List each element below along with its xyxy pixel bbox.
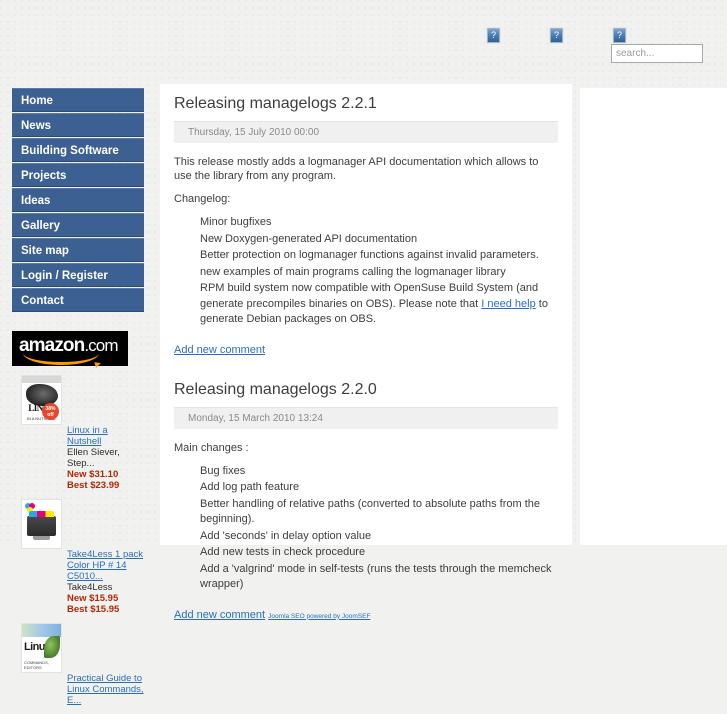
broken-image-icon-3[interactable]	[613, 28, 626, 43]
product-thumbnail-linux-nutshell: LINUX IN A NUTSHELL 38% off	[21, 375, 62, 425]
article-list-label: Changelog:	[174, 193, 231, 205]
amazon-product-item[interactable]: Take4Less 1 pack Color HP # 14 C5010... …	[12, 499, 144, 615]
sidebar-item-projects[interactable]: Projects	[12, 163, 144, 187]
add-new-comment-link[interactable]: Add new comment	[174, 609, 265, 621]
product-info: Take4Less 1 pack Color HP # 14 C5010... …	[67, 549, 144, 615]
sidebar-item-login-register[interactable]: Login / Register	[12, 263, 144, 287]
changes-list: Bug fixes Add log path feature Better ha…	[174, 464, 558, 593]
add-new-comment-link[interactable]: Add new comment	[174, 344, 265, 356]
list-item: Minor bugfixes	[200, 216, 272, 228]
sidebar-item-ideas[interactable]: Ideas	[12, 188, 144, 212]
page-root: Home News Building Software Projects Ide…	[0, 0, 727, 706]
sidebar-item-news[interactable]: News	[12, 113, 144, 137]
sidebar-item-building-software[interactable]: Building Software	[12, 138, 144, 162]
broken-image-icon-2[interactable]	[550, 28, 563, 43]
product-title-link[interactable]: Practical Guide to Linux Commands, E...	[67, 673, 144, 706]
cover-band	[22, 376, 61, 383]
product-info: Linux in a Nutshell Ellen Siever, Step..…	[67, 425, 144, 491]
joomsef-credit-link[interactable]: Joomla SEO powered by JoomSEF	[268, 613, 370, 620]
product-thumbnail-practical-guide: Linux COMMANDS, EDITORS	[21, 623, 62, 673]
discount-badge: 38% off	[42, 403, 59, 420]
list-item: Better handling of relative paths (conve…	[200, 497, 540, 526]
product-thumbnail-hp-ink	[21, 499, 62, 549]
broken-image-icon-1[interactable]	[487, 28, 500, 43]
main-menu: Home News Building Software Projects Ide…	[12, 88, 144, 312]
search-input[interactable]	[611, 44, 703, 63]
changelog-list: Minor bugfixes New Doxygen-generated API…	[174, 215, 558, 328]
list-item: New Doxygen-generated API documentation	[200, 232, 418, 245]
list-item: new examples of main programs calling th…	[200, 265, 506, 278]
article-list-label: Main changes :	[174, 441, 249, 454]
cover-subtitle: COMMANDS, EDITORS	[24, 660, 49, 670]
sidebar-item-gallery[interactable]: Gallery	[12, 213, 144, 237]
amazon-product-item[interactable]: Linux COMMANDS, EDITORS Practical Guide …	[12, 623, 144, 706]
main-content: Releasing managelogs 2.2.1 Thursday, 15 …	[160, 84, 572, 621]
amazon-product-item[interactable]: LINUX IN A NUTSHELL 38% off Linux in a N…	[12, 375, 144, 491]
article-date: Monday, 15 March 2010 13:24	[174, 407, 558, 429]
sidebar-item-home[interactable]: Home	[12, 88, 144, 112]
need-help-link[interactable]: I need help	[481, 298, 535, 310]
product-price-best: Best $23.99	[67, 480, 120, 491]
site-header	[0, 0, 727, 80]
product-info: Practical Guide to Linux Commands, E...	[67, 673, 144, 706]
product-price-new: New $15.95	[67, 593, 119, 604]
ink-cartridge-icon	[27, 511, 56, 540]
list-item: Add new tests in check procedure	[200, 546, 366, 558]
sidebar-item-site-map[interactable]: Site map	[12, 238, 144, 262]
amazon-widget: amazon.com LINUX IN A NUTSHELL 38% off L…	[12, 331, 144, 706]
left-sidebar: Home News Building Software Projects Ide…	[12, 88, 144, 714]
product-title-link[interactable]: Take4Less 1 pack Color HP # 14 C5010...	[67, 549, 144, 582]
product-author: Ellen Siever, Step...	[67, 447, 120, 469]
list-item: Better protection on logmanager function…	[200, 249, 539, 261]
article-body: This release mostly adds a logmanager AP…	[174, 155, 558, 370]
product-title-link[interactable]: Linux in a Nutshell	[67, 425, 144, 447]
list-item: Add 'seconds' in delay option value	[200, 529, 372, 542]
search-box	[611, 44, 703, 63]
sidebar-item-contact[interactable]: Contact	[12, 288, 144, 312]
list-item: Add a 'valgrind' mode in self-tests (run…	[200, 562, 552, 591]
article-date: Thursday, 15 July 2010 00:00	[174, 122, 558, 143]
product-price-best: Best $15.95	[67, 604, 120, 615]
article-body: Main changes : Bug fixes Add log path fe…	[174, 441, 558, 635]
amazon-logo: amazon.com	[12, 331, 128, 366]
amazon-swoosh-icon	[23, 353, 99, 365]
list-item: RPM build system now compatible with Ope…	[200, 281, 558, 328]
product-author: Take4Less	[67, 582, 113, 593]
article-intro: This release mostly adds a logmanager AP…	[174, 156, 539, 182]
cover-leaf-icon	[44, 636, 60, 658]
list-item: Bug fixes	[200, 464, 246, 477]
article: Releasing managelogs 2.2.0 Monday, 15 Ma…	[160, 370, 572, 635]
list-item: Add log path feature	[200, 481, 300, 493]
right-sidebar	[580, 88, 727, 545]
article-title: Releasing managelogs 2.2.1	[174, 84, 558, 122]
article: Releasing managelogs 2.2.1 Thursday, 15 …	[160, 84, 572, 370]
article-title: Releasing managelogs 2.2.0	[174, 370, 558, 408]
product-price-new: New $31.10	[67, 469, 119, 480]
